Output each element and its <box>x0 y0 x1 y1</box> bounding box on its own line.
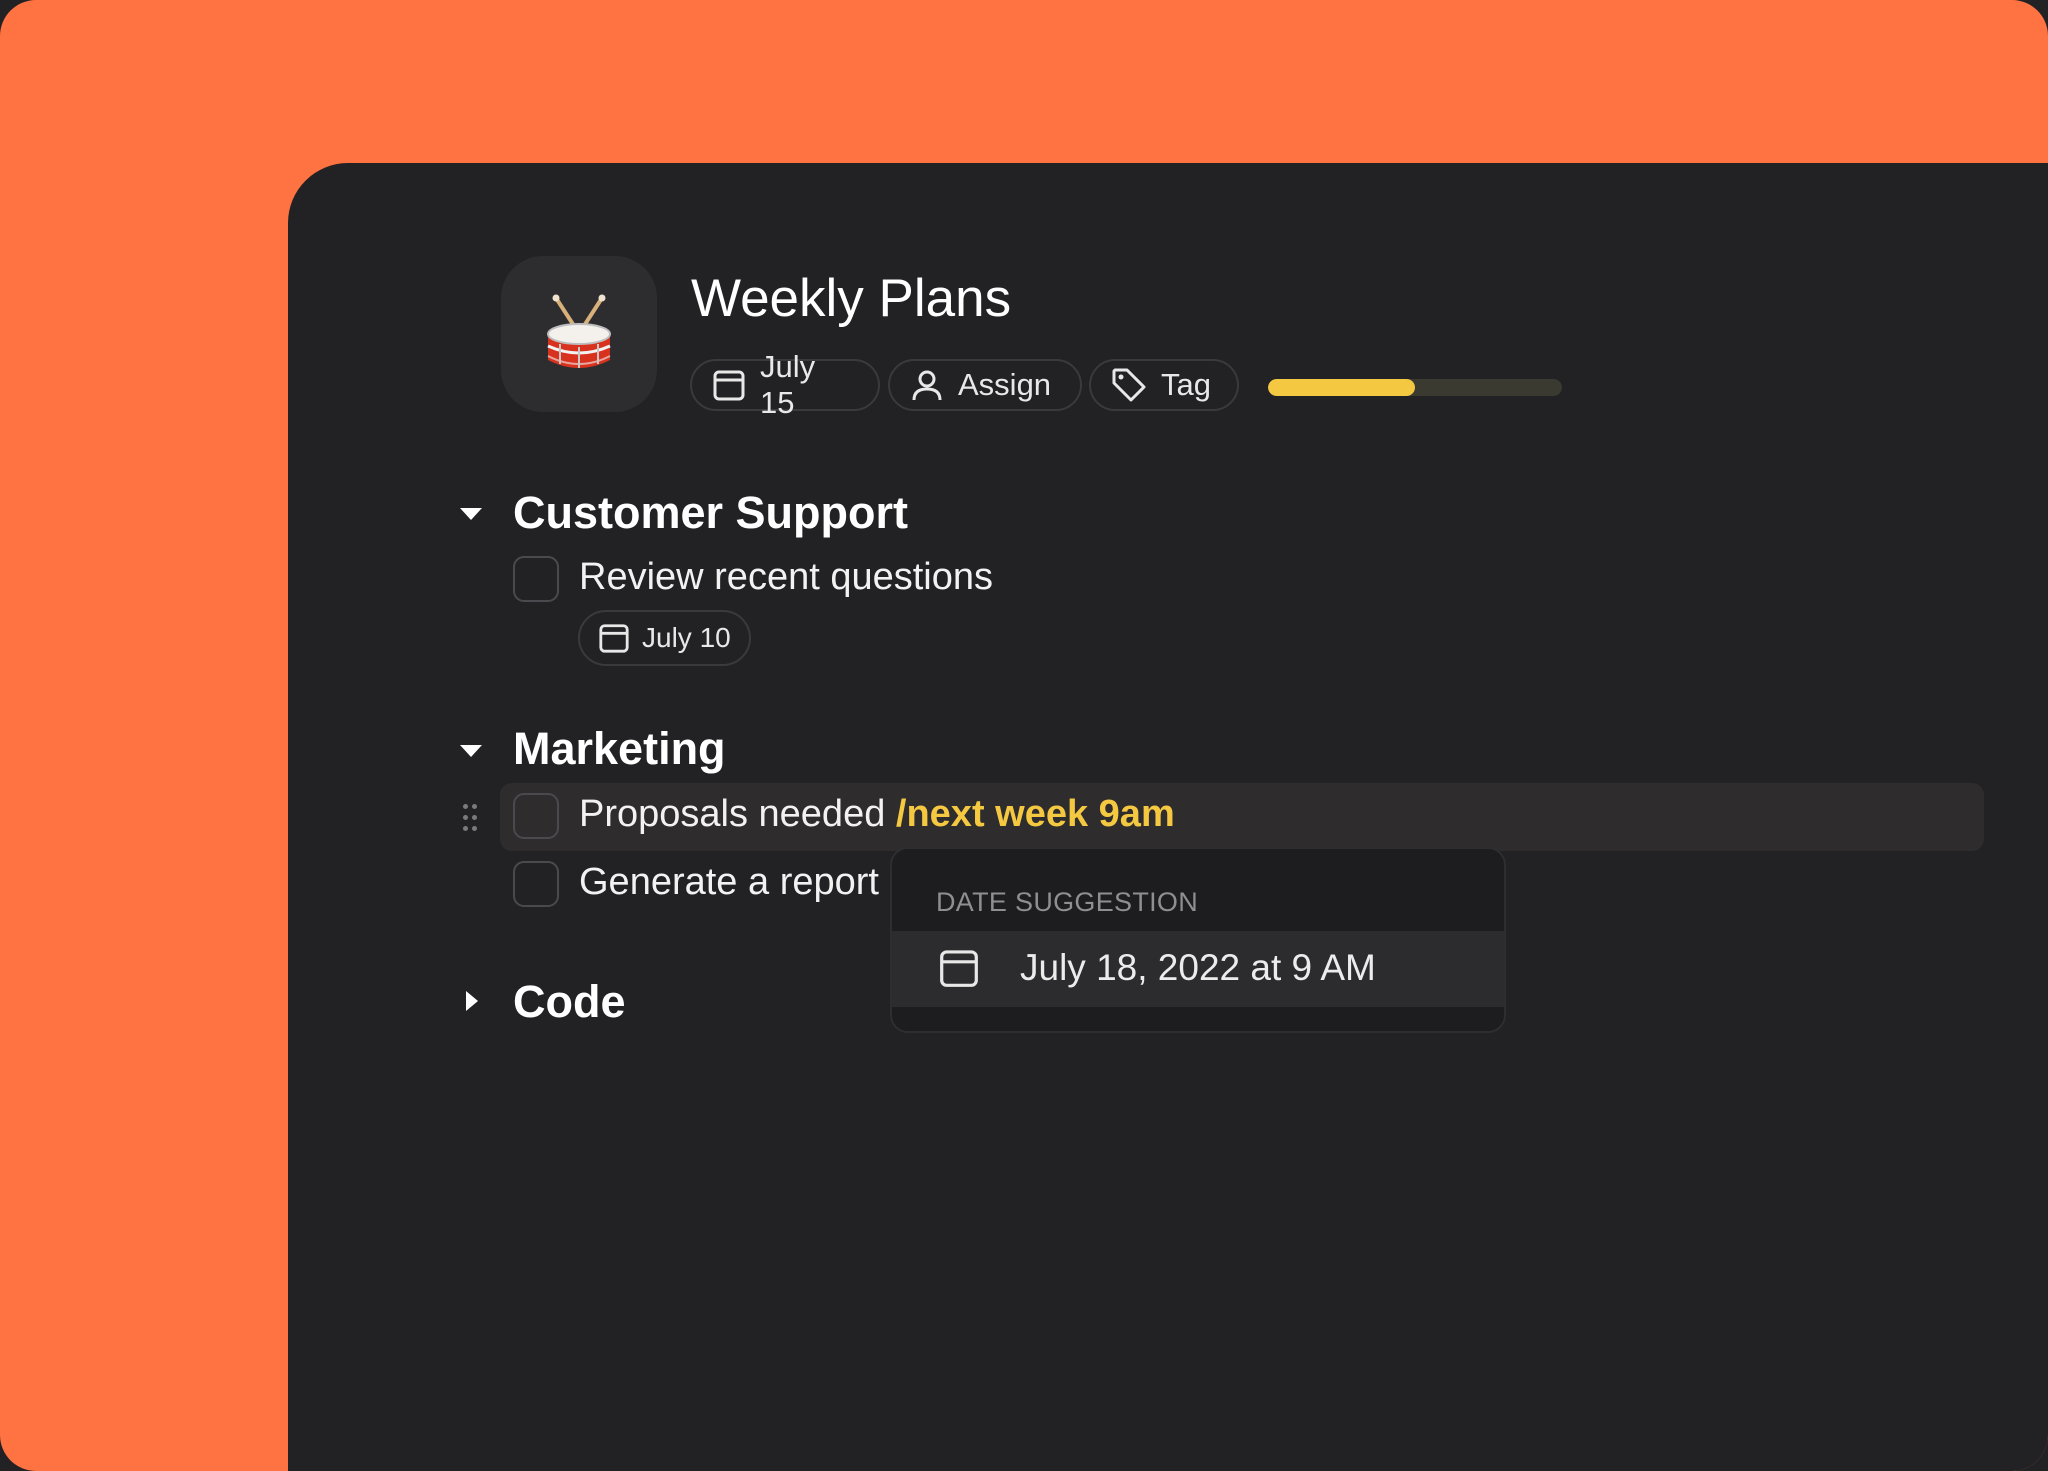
task-checkbox[interactable] <box>513 793 559 839</box>
expand-code-caret-icon[interactable] <box>466 991 478 1011</box>
popup-header: DATE SUGGESTION <box>936 887 1199 917</box>
progress-bar <box>1268 379 1562 396</box>
date-chip-label: July 15 <box>760 349 816 420</box>
tag-icon <box>1112 368 1146 402</box>
collapse-marketing-caret-icon[interactable] <box>460 745 482 757</box>
person-icon <box>912 370 942 401</box>
task-checkbox[interactable] <box>513 861 559 907</box>
date-suggestion-label: July 18, 2022 at 9 AM <box>1020 947 1376 988</box>
assign-chip[interactable]: Assign <box>888 359 1082 411</box>
tag-chip[interactable]: Tag <box>1089 359 1239 411</box>
assign-chip-label: Assign <box>958 367 1052 402</box>
progress-fill <box>1268 379 1415 396</box>
drag-handle-icon[interactable] <box>463 804 477 832</box>
main-panel: Weekly Plans July 15 Assign Tag Customer… <box>288 163 2048 1471</box>
section-title-code[interactable]: Code <box>513 976 626 1028</box>
date-suggestion-option[interactable]: July 18, 2022 at 9 AM <box>892 931 1504 1007</box>
task-title-editing[interactable]: Proposals needed /next week 9am <box>579 793 1175 836</box>
calendar-icon <box>713 370 745 401</box>
task-due-chip[interactable]: July 10 <box>578 610 751 666</box>
slash-command-text: /next week 9am <box>895 793 1175 835</box>
section-title-marketing[interactable]: Marketing <box>513 723 726 775</box>
task-due-label: July 10 <box>642 622 731 653</box>
page-icon-button[interactable] <box>501 256 657 412</box>
task-title-text: Proposals needed <box>579 793 896 835</box>
task-title[interactable]: Review recent questions <box>579 556 993 599</box>
app-frame: Weekly Plans July 15 Assign Tag Customer… <box>0 0 2048 1471</box>
drum-icon <box>547 294 611 368</box>
date-chip[interactable]: July 15 <box>690 349 880 420</box>
calendar-icon <box>599 624 629 653</box>
page-title[interactable]: Weekly Plans <box>691 268 1011 329</box>
task-title[interactable]: Generate a report <box>579 861 879 904</box>
date-suggestion-popup: DATE SUGGESTION July 18, 2022 at 9 AM <box>890 847 1506 1033</box>
section-title-customer-support[interactable]: Customer Support <box>513 487 908 539</box>
calendar-icon <box>940 950 978 987</box>
tag-chip-label: Tag <box>1161 367 1211 402</box>
collapse-customer-support-caret-icon[interactable] <box>460 508 482 520</box>
task-checkbox[interactable] <box>513 556 559 602</box>
